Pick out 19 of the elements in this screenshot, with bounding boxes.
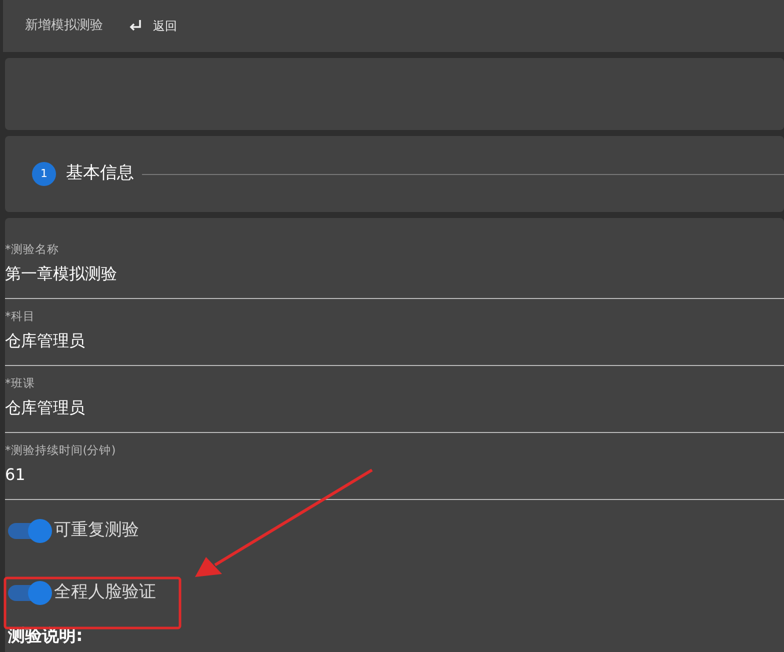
field-label: *测验持续时间(分钟) (5, 442, 116, 458)
field-label: *班课 (5, 375, 35, 391)
page-title: 新增模拟测验 (25, 17, 103, 36)
field-value: 仓库管理员 (5, 397, 85, 419)
text-field[interactable]: *测验持续时间(分钟) 61 (5, 433, 784, 500)
back-button[interactable]: 返回 (129, 17, 177, 35)
switch-label: 全程人脸验证 (54, 581, 156, 604)
switch-label: 可重复测验 (54, 519, 139, 542)
field-value: 仓库管理员 (5, 330, 85, 352)
field-value: 第一章模拟测验 (5, 263, 117, 285)
text-field[interactable]: *班课 仓库管理员 (5, 366, 784, 433)
return-icon (129, 19, 143, 33)
field-label: *科目 (5, 308, 35, 324)
field-value: 61 (5, 464, 26, 486)
step-title: 基本信息 (66, 162, 134, 186)
field-label: *测验名称 (5, 241, 59, 257)
text-field[interactable]: *科目 仓库管理员 (5, 299, 784, 366)
text-field[interactable]: *测验名称 第一章模拟测验 (5, 232, 784, 299)
step-number: 1 (32, 162, 56, 186)
